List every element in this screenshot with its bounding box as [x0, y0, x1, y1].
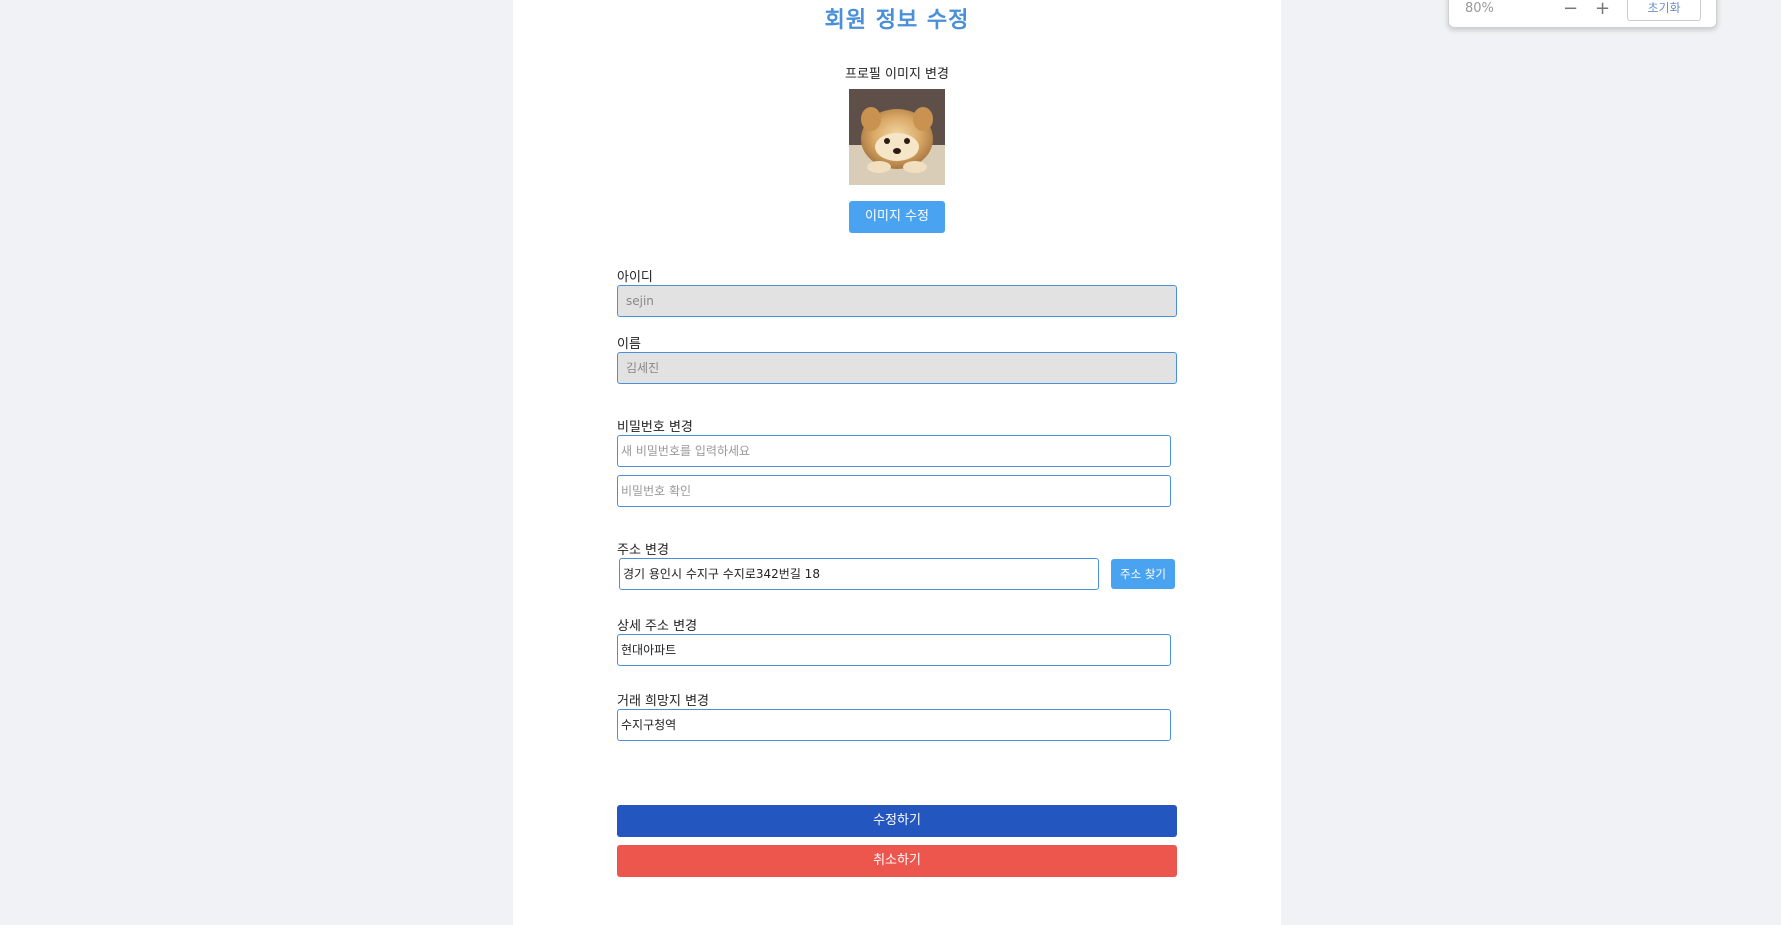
address-input[interactable]: 경기 용인시 수지구 수지로342번길 18	[619, 558, 1099, 590]
detail-address-label: 상세 주소 변경	[617, 619, 698, 634]
zoom-in-icon[interactable]: +	[1595, 0, 1610, 19]
cancel-button[interactable]: 취소하기	[617, 845, 1177, 877]
name-field: 김세진	[617, 352, 1177, 384]
detail-address-input[interactable]: 현대아파트	[617, 634, 1171, 666]
address-search-button[interactable]: 주소 찾기	[1111, 559, 1175, 589]
submit-button[interactable]: 수정하기	[617, 805, 1177, 837]
profile-image	[849, 89, 945, 185]
new-password-input[interactable]: 새 비밀번호를 입력하세요	[617, 435, 1171, 467]
zoom-popup: 80% − + 초기화	[1448, 0, 1717, 28]
id-field: sejin	[617, 285, 1177, 317]
zoom-reset-button[interactable]: 초기화	[1627, 0, 1701, 21]
zoom-out-icon[interactable]: −	[1563, 0, 1578, 19]
edit-image-button[interactable]: 이미지 수정	[849, 201, 945, 233]
confirm-password-input[interactable]: 비밀번호 확인	[617, 475, 1171, 507]
name-label: 이름	[617, 337, 641, 352]
password-label: 비밀번호 변경	[617, 420, 693, 435]
trade-place-label: 거래 희망지 변경	[617, 694, 709, 709]
zoom-level: 80%	[1465, 1, 1494, 16]
page-title: 회원 정보 수정	[824, 8, 970, 33]
id-label: 아이디	[617, 270, 653, 285]
address-label: 주소 변경	[617, 543, 669, 558]
edit-profile-panel: 회원 정보 수정 프로필 이미지 변경 이미지 수정 아이디 sejin 이름 …	[513, 0, 1281, 925]
trade-place-input[interactable]: 수지구청역	[617, 709, 1171, 741]
profile-image-label: 프로필 이미지 변경	[845, 67, 949, 82]
